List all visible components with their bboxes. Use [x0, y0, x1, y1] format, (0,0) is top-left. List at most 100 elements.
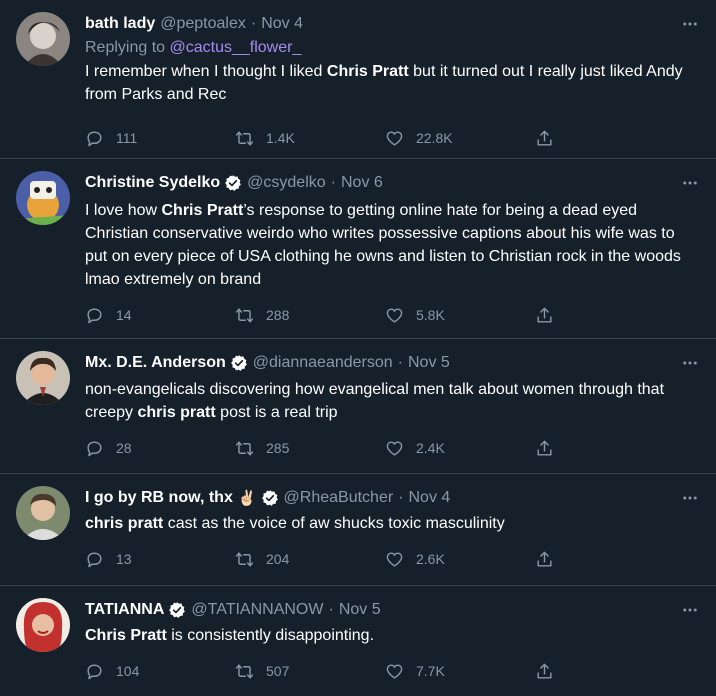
verified-badge-icon [225, 175, 242, 191]
share-icon [537, 307, 552, 323]
highlighted-term: chris pratt [137, 404, 216, 421]
reply-count: 13 [116, 551, 132, 567]
reply-icon [87, 551, 102, 567]
verified-badge-icon [230, 355, 247, 371]
display-name[interactable]: TATIANNA [85, 601, 164, 619]
tweet-header: I go by RB now, thx ✌🏻 @RheaButcher · No… [85, 486, 700, 510]
reply-button[interactable]: 13 [85, 550, 235, 569]
tweet-actions: 104 507 7.7K [85, 651, 700, 691]
more-options-button[interactable] [680, 600, 700, 620]
avatar[interactable] [16, 12, 70, 66]
more-options-button[interactable] [680, 14, 700, 34]
reply-count: 28 [116, 440, 132, 456]
like-count: 7.7K [416, 663, 445, 679]
share-icon [537, 663, 552, 679]
tweet-text: I love how Chris Pratt’s response to get… [85, 199, 700, 291]
highlighted-term: Chris Pratt [85, 627, 167, 644]
more-options-button[interactable] [680, 353, 700, 373]
retweet-count: 1.4K [266, 130, 295, 146]
share-icon [537, 551, 552, 567]
display-name[interactable]: Mx. D.E. Anderson [85, 354, 226, 372]
tweet-date[interactable]: Nov 6 [341, 174, 383, 192]
text-segment: post is a real trip [215, 404, 338, 421]
share-button[interactable] [535, 439, 566, 458]
reply-button[interactable]: 111 [85, 129, 235, 148]
tweet[interactable]: Christine Sydelko @csydelko · Nov 6 I lo… [0, 159, 716, 339]
user-handle[interactable]: @csydelko [247, 174, 326, 192]
share-button[interactable] [535, 550, 566, 569]
user-handle[interactable]: @diannaeanderson [253, 354, 393, 372]
share-button[interactable] [535, 129, 566, 148]
retweet-count: 204 [266, 551, 290, 567]
separator-dot: · [398, 489, 404, 506]
text-segment: is consistently disappointing. [166, 627, 375, 644]
avatar[interactable] [16, 351, 70, 405]
display-name[interactable]: I go by RB now, thx [85, 489, 233, 507]
heart-icon [386, 440, 403, 456]
tweet[interactable]: bath lady @peptoalex · Nov 4 Replying to… [0, 0, 716, 159]
more-options-button[interactable] [680, 488, 700, 508]
separator-dot: · [330, 174, 336, 191]
display-name[interactable]: bath lady [85, 15, 155, 33]
share-button[interactable] [535, 662, 566, 681]
retweet-count: 288 [266, 307, 290, 323]
tweet-date[interactable]: Nov 4 [261, 15, 303, 33]
more-options-button[interactable] [680, 173, 700, 193]
name-emoji: ✌🏻 [237, 490, 257, 507]
reply-icon [87, 663, 102, 679]
separator-dot: · [397, 354, 403, 371]
tweet-header: Mx. D.E. Anderson @diannaeanderson · Nov… [85, 351, 700, 375]
retweet-button[interactable]: 285 [235, 439, 385, 458]
reply-button[interactable]: 14 [85, 306, 235, 325]
text-segment: I remember when I thought I liked [85, 63, 327, 80]
tweet-header: bath lady @peptoalex · Nov 4 [85, 12, 700, 36]
tweet-text: chris pratt cast as the voice of aw shuc… [85, 512, 700, 535]
reply-count: 111 [116, 130, 138, 146]
tweet-date[interactable]: Nov 4 [409, 489, 451, 507]
like-count: 2.4K [416, 440, 445, 456]
text-segment: cast as the voice of aw shucks toxic mas… [163, 515, 505, 532]
highlighted-term: Chris Pratt [161, 202, 244, 219]
more-icon [683, 361, 697, 365]
highlighted-term: chris pratt [85, 515, 164, 532]
retweet-button[interactable]: 288 [235, 306, 385, 325]
reply-count: 104 [116, 663, 140, 679]
tweet[interactable]: Mx. D.E. Anderson @diannaeanderson · Nov… [0, 339, 716, 474]
reply-button[interactable]: 28 [85, 439, 235, 458]
more-icon [683, 181, 697, 185]
tweet-actions: 28 285 2.4K [85, 428, 700, 468]
like-count: 2.6K [416, 551, 445, 567]
share-button[interactable] [535, 306, 566, 325]
retweet-button[interactable]: 507 [235, 662, 385, 681]
retweet-count: 285 [266, 440, 290, 456]
like-button[interactable]: 5.8K [385, 306, 535, 325]
more-icon [683, 608, 697, 612]
avatar[interactable] [16, 486, 70, 540]
user-handle[interactable]: @peptoalex [160, 15, 246, 33]
mention-link[interactable]: @cactus__flower_ [170, 39, 302, 56]
avatar[interactable] [16, 598, 70, 652]
tweet-date[interactable]: Nov 5 [339, 601, 381, 619]
reply-icon [87, 307, 102, 323]
retweet-button[interactable]: 1.4K [235, 129, 385, 148]
user-handle[interactable]: @TATIANNANOW [191, 601, 323, 619]
user-handle[interactable]: @RheaButcher [284, 489, 394, 507]
like-button[interactable]: 22.8K [385, 129, 535, 148]
tweet-text: non-evangelicals discovering how evangel… [85, 378, 700, 424]
like-button[interactable]: 2.6K [385, 550, 535, 569]
tweet-date[interactable]: Nov 5 [408, 354, 450, 372]
tweet[interactable]: I go by RB now, thx ✌🏻 @RheaButcher · No… [0, 474, 716, 586]
like-button[interactable]: 7.7K [385, 662, 535, 681]
reply-button[interactable]: 104 [85, 662, 235, 681]
verified-badge-icon [169, 602, 186, 618]
display-name[interactable]: Christine Sydelko [85, 174, 220, 192]
reply-icon [87, 440, 102, 456]
like-button[interactable]: 2.4K [385, 439, 535, 458]
like-count: 5.8K [416, 307, 445, 323]
retweet-icon [235, 663, 254, 679]
avatar[interactable] [16, 171, 70, 225]
heart-icon [386, 551, 403, 567]
share-icon [537, 130, 552, 146]
retweet-button[interactable]: 204 [235, 550, 385, 569]
tweet[interactable]: TATIANNA @TATIANNANOW · Nov 5 Chris Prat… [0, 586, 716, 696]
